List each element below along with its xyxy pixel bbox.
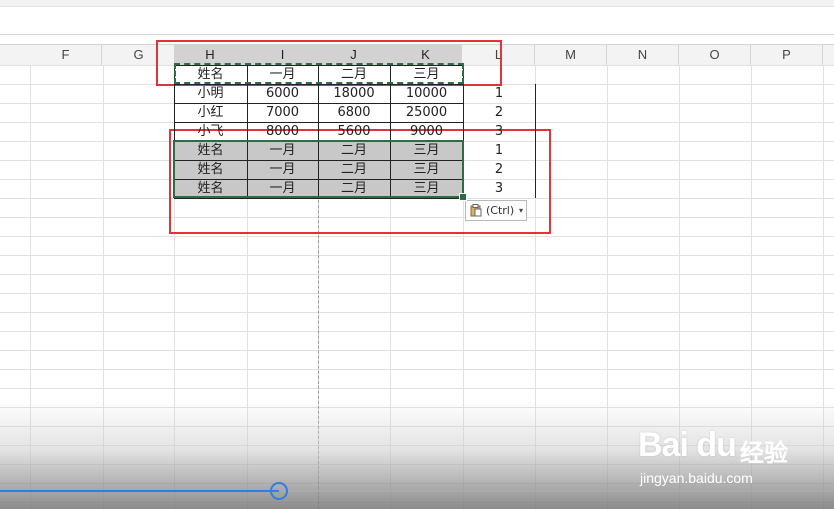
video-progress-fill	[0, 490, 279, 492]
cell-name[interactable]: 小红	[174, 103, 247, 122]
clipboard-icon	[470, 204, 482, 217]
cell-mar[interactable]: 10000	[390, 84, 463, 103]
formula-bar-area[interactable]	[0, 0, 834, 35]
grid-row-line	[0, 350, 834, 351]
watermark-url: jingyan.baidu.com	[640, 470, 753, 486]
column-header-o[interactable]: O	[679, 45, 751, 65]
grid-row-line	[0, 293, 834, 294]
ribbon-edge	[0, 0, 834, 7]
copy-marquee	[174, 63, 464, 84]
table-border	[174, 198, 463, 199]
table-border	[174, 103, 463, 104]
cell-l[interactable]: 1	[463, 84, 535, 103]
paste-options-button[interactable]: (Ctrl) ▾	[465, 200, 527, 221]
cell-mar[interactable]: 25000	[390, 103, 463, 122]
column-header-m[interactable]: M	[535, 45, 607, 65]
paste-options-label: (Ctrl)	[486, 204, 515, 217]
cell-l[interactable]	[463, 65, 535, 84]
cell-feb[interactable]: 6800	[318, 103, 390, 122]
cell-l[interactable]: 3	[463, 122, 535, 141]
grid-row-line	[0, 255, 834, 256]
table-border	[174, 122, 463, 123]
cell-l[interactable]: 3	[463, 179, 535, 198]
grid-row-line	[0, 369, 834, 370]
video-progress-handle[interactable]	[270, 482, 288, 500]
column-header-p[interactable]: P	[751, 45, 823, 65]
grid-row-line	[0, 312, 834, 313]
cell-name[interactable]: 小明	[174, 84, 247, 103]
grid-row-line	[0, 236, 834, 237]
watermark-brand-cn: 经验	[740, 439, 788, 467]
table-border	[174, 84, 463, 85]
watermark-brand: Bai du	[638, 426, 737, 464]
cell-jan[interactable]: 8000	[247, 122, 318, 141]
grid-row-line	[0, 331, 834, 332]
cell-l[interactable]: 1	[463, 141, 535, 160]
grid-row-line	[0, 388, 834, 389]
cell-name[interactable]: 小飞	[174, 122, 247, 141]
selection-range[interactable]	[173, 140, 464, 198]
chevron-down-icon: ▾	[519, 206, 524, 215]
column-header-f[interactable]: F	[30, 45, 102, 65]
grid-row-line	[0, 274, 834, 275]
cell-feb[interactable]: 18000	[318, 84, 390, 103]
column-header-n[interactable]: N	[607, 45, 679, 65]
baidu-jingyan-watermark: Bai du 经验 jingyan.baidu.com	[638, 418, 828, 498]
cell-l[interactable]: 2	[463, 103, 535, 122]
cell-jan[interactable]: 6000	[247, 84, 318, 103]
fill-handle[interactable]	[459, 193, 467, 201]
cell-l[interactable]: 2	[463, 160, 535, 179]
cell-feb[interactable]: 5600	[318, 122, 390, 141]
table-border	[535, 84, 536, 198]
cell-jan[interactable]: 7000	[247, 103, 318, 122]
cell-mar[interactable]: 9000	[390, 122, 463, 141]
